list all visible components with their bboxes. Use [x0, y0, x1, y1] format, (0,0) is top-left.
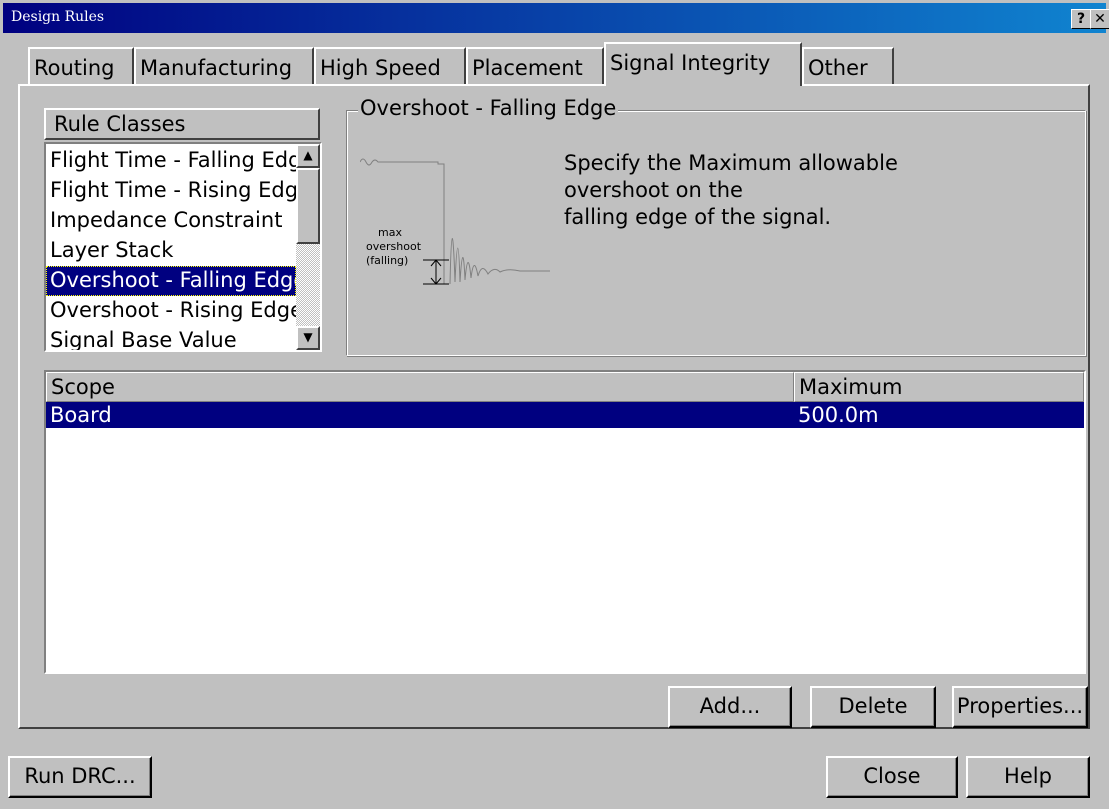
column-header-label: Scope [51, 375, 115, 399]
diagram-label-falling: (falling) [366, 254, 408, 267]
add-button-label: Add... [699, 694, 761, 718]
tab-label: Routing [34, 56, 115, 80]
context-help-button[interactable]: ? [1071, 9, 1091, 29]
properties-button-label: Properties... [956, 694, 1084, 718]
column-header-scope[interactable]: Scope [46, 372, 794, 402]
rule-classes-header: Rule Classes [44, 108, 320, 140]
tab-other[interactable]: Other [802, 47, 894, 84]
title-bar[interactable]: Design Rules ? ✕ [3, 3, 1109, 33]
close-button-label: Close [863, 764, 921, 788]
list-item[interactable]: Impedance Constraint [46, 206, 296, 236]
help-button-label: Help [1004, 764, 1052, 788]
list-item[interactable]: Flight Time - Falling Edge [46, 146, 296, 176]
description-line: Specify the Maximum allowable [564, 151, 898, 175]
cell-maximum: 500.0m [798, 403, 879, 427]
table-row[interactable]: Board 500.0m [46, 402, 1084, 428]
tab-placement[interactable]: Placement [466, 47, 604, 84]
properties-button[interactable]: Properties... [952, 686, 1088, 728]
diagram-label-max: max [378, 226, 402, 239]
close-button[interactable]: Close [826, 756, 958, 798]
arrow-down-icon: ▼ [303, 330, 313, 344]
list-item[interactable]: Signal Base Value [46, 326, 296, 350]
description-line: overshoot on the [564, 178, 743, 202]
rule-classes-list[interactable]: Flight Time - Falling Edge Flight Time -… [44, 142, 322, 352]
tab-label: Other [808, 56, 868, 80]
rule-classes-title: Rule Classes [54, 112, 186, 136]
delete-button[interactable]: Delete [810, 686, 936, 728]
run-drc-button[interactable]: Run DRC... [8, 756, 152, 798]
tab-high-speed[interactable]: High Speed [314, 47, 466, 84]
rules-table[interactable]: Scope Maximum Board 500.0m [44, 370, 1086, 674]
run-drc-button-label: Run DRC... [24, 764, 136, 788]
scroll-down-button[interactable]: ▼ [296, 326, 320, 350]
description-line: falling edge of the signal. [564, 205, 832, 229]
tab-label: Placement [472, 56, 583, 80]
delete-button-label: Delete [838, 694, 908, 718]
column-header-label: Maximum [799, 375, 903, 399]
description-text: Specify the Maximum allowable overshoot … [564, 150, 898, 231]
column-header-maximum[interactable]: Maximum [794, 372, 1084, 402]
add-button[interactable]: Add... [668, 686, 792, 728]
list-item[interactable]: Layer Stack [46, 236, 296, 266]
window-title: Design Rules [11, 9, 105, 25]
list-item[interactable]: Flight Time - Rising Edge [46, 176, 296, 206]
tab-label: Signal Integrity [610, 51, 771, 75]
tab-label: Manufacturing [140, 56, 293, 80]
scroll-thumb[interactable] [296, 168, 320, 244]
scroll-up-button[interactable]: ▲ [296, 144, 320, 168]
groupbox-title: Overshoot - Falling Edge [358, 96, 619, 120]
arrow-up-icon: ▲ [303, 148, 313, 162]
close-window-button[interactable]: ✕ [1090, 9, 1109, 29]
diagram-label-overshoot: overshoot [366, 240, 422, 253]
tab-routing[interactable]: Routing [28, 47, 134, 84]
close-icon: ✕ [1094, 11, 1106, 27]
tab-signal-integrity[interactable]: Signal Integrity [604, 42, 802, 86]
vertical-scrollbar[interactable]: ▲ ▼ [296, 144, 320, 350]
tab-label: High Speed [320, 56, 441, 80]
overshoot-diagram: max overshoot (falling) [360, 158, 550, 285]
question-icon: ? [1076, 11, 1086, 27]
design-rules-dialog: Design Rules ? ✕ Routing Manufacturing H… [0, 0, 1109, 809]
tab-manufacturing[interactable]: Manufacturing [134, 47, 314, 84]
cell-scope: Board [50, 403, 112, 427]
list-item[interactable]: Overshoot - Rising Edge [46, 296, 296, 326]
help-button[interactable]: Help [966, 756, 1090, 798]
tab-page-signal-integrity: Rule Classes Flight Time - Falling Edge … [18, 84, 1090, 729]
list-item-selected[interactable]: Overshoot - Falling Edge [46, 266, 296, 296]
